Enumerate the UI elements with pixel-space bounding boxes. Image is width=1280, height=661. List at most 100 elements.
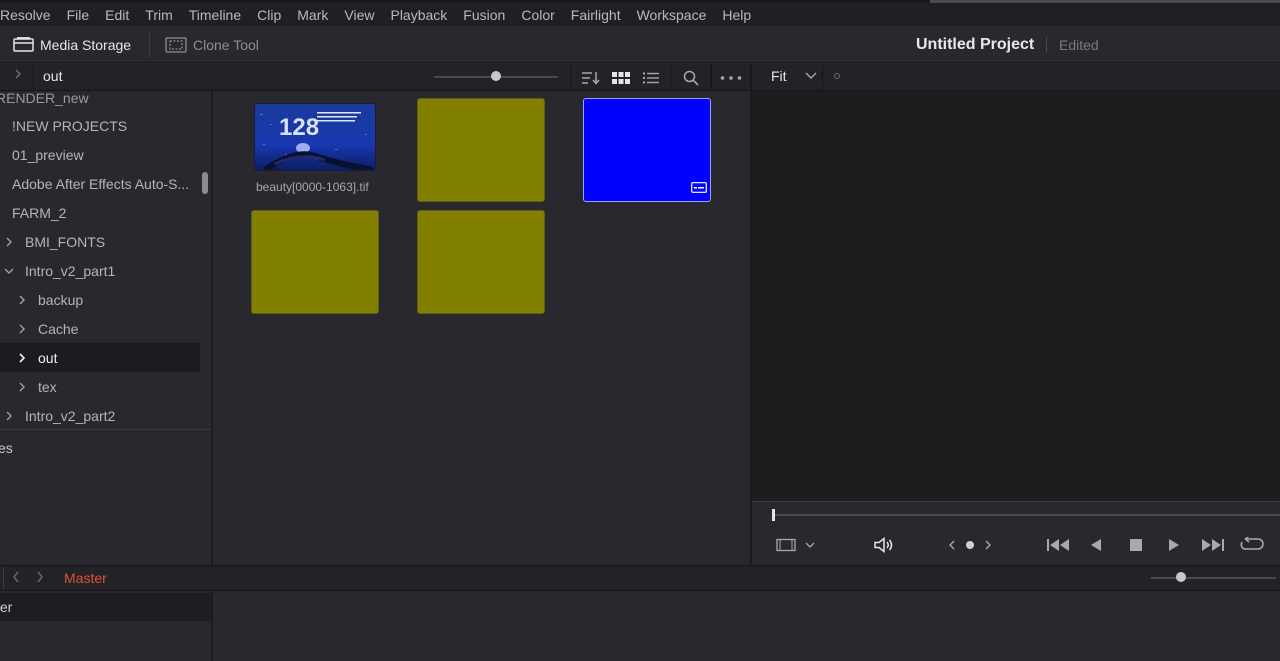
tree-item-tex[interactable]: tex <box>0 372 200 401</box>
path-divider <box>33 64 34 91</box>
pathbar-divider <box>711 64 712 91</box>
clip-display-mode-icon[interactable] <box>776 535 818 555</box>
bin-list-item-master[interactable] <box>0 593 211 621</box>
tree-item-label: Adobe After Effects Auto-S... <box>12 175 190 192</box>
play-reverse-icon[interactable] <box>1086 535 1106 555</box>
toolbar-divider <box>149 30 150 58</box>
thumbnail-zoom-handle[interactable] <box>491 71 501 81</box>
menu-fairlight[interactable]: Fairlight <box>571 7 621 23</box>
clip-thumbnail-olive-2[interactable] <box>251 210 379 314</box>
skip-to-end-icon[interactable] <box>1200 535 1226 555</box>
tree-item-label: backup <box>38 291 84 308</box>
menu-resolve[interactable]: Resolve <box>0 7 51 23</box>
clip-thumbnail-image: 128 <box>255 104 375 170</box>
clip-thumbnail-olive-3[interactable] <box>417 210 545 314</box>
tree-item-intro-v2-part1[interactable]: Intro_v2_part1 <box>0 256 200 285</box>
tree-divider <box>0 429 211 430</box>
chevron-down-icon[interactable] <box>3 267 15 275</box>
jog-control-icon[interactable] <box>946 535 994 555</box>
playhead[interactable] <box>772 509 775 521</box>
play-icon[interactable] <box>1164 535 1184 555</box>
tree-item-intro-v2-part2[interactable]: Intro_v2_part2 <box>0 401 200 429</box>
media-storage-button[interactable]: Media Storage <box>13 26 131 63</box>
tree-item-label: Intro_v2_part2 <box>25 407 116 424</box>
tree-item-render-new[interactable]: RENDER_new <box>0 91 200 112</box>
chevron-right-icon[interactable] <box>5 410 13 422</box>
tree-item-label: Intro_v2_part1 <box>25 262 116 279</box>
pathbar-divider <box>670 64 671 91</box>
tree-item-after-effects[interactable]: Adobe After Effects Auto-S... <box>0 169 200 198</box>
menu-mark[interactable]: Mark <box>297 7 328 23</box>
menu-bar: Resolve File Edit Trim Timeline Clip Mar… <box>0 3 1280 26</box>
menu-file[interactable]: File <box>67 7 90 23</box>
menu-help[interactable]: Help <box>722 7 751 23</box>
menu-color[interactable]: Color <box>521 7 554 23</box>
menu-clip[interactable]: Clip <box>257 7 281 23</box>
subtitle-badge-icon <box>691 180 707 196</box>
clip-thumbnail-beauty[interactable]: 128 <box>254 103 376 171</box>
chevron-down-icon[interactable] <box>804 69 818 86</box>
bin-zoom-handle[interactable] <box>1176 572 1186 582</box>
viewer-scrub-bar[interactable] <box>772 514 1280 516</box>
chevron-right-icon[interactable] <box>18 352 26 364</box>
search-icon[interactable] <box>676 64 706 91</box>
stop-icon[interactable] <box>1126 535 1146 555</box>
tree-item-01-preview[interactable]: 01_preview <box>0 140 200 169</box>
chevron-left-icon[interactable] <box>11 569 21 588</box>
tree-item-backup[interactable]: backup <box>0 285 200 314</box>
chevron-right-icon[interactable] <box>18 381 26 393</box>
tree-item-label: !NEW PROJECTS <box>12 117 128 134</box>
menu-playback[interactable]: Playback <box>390 7 447 23</box>
menu-fusion[interactable]: Fusion <box>463 7 505 23</box>
tree-item-label: out <box>38 349 58 366</box>
tree-item-label: BMI_FONTS <box>25 233 106 250</box>
bin-header-divider <box>3 567 4 589</box>
tree-item-farm-2[interactable]: FARM_2 <box>0 198 200 227</box>
bin-header-bar <box>0 565 1280 591</box>
clone-tool-label: Clone Tool <box>193 36 259 53</box>
loop-icon[interactable] <box>1238 535 1266 555</box>
project-status: Edited <box>1059 36 1099 53</box>
viewer-zoom-select[interactable]: Fit <box>771 68 787 84</box>
project-title: Untitled Project <box>916 35 1035 53</box>
bin-zoom-slider[interactable] <box>1151 577 1276 579</box>
viewer-header <box>752 64 1280 91</box>
viewer-transport-bar <box>752 501 1280 565</box>
list-view-icon[interactable] <box>636 64 666 91</box>
folder-tree-scrollbar[interactable] <box>202 172 208 194</box>
more-options-icon[interactable] <box>716 64 746 91</box>
menu-view[interactable]: View <box>344 7 374 23</box>
menu-timeline[interactable]: Timeline <box>189 7 241 23</box>
grid-view-icon[interactable] <box>606 64 636 91</box>
path-chevron-icon[interactable] <box>14 68 22 83</box>
tree-item-bmi-fonts[interactable]: BMI_FONTS <box>0 227 200 256</box>
chevron-right-icon[interactable] <box>5 236 13 248</box>
bin-title: Master <box>64 570 107 586</box>
menu-edit[interactable]: Edit <box>105 7 129 23</box>
svg-text:128: 128 <box>279 114 319 141</box>
current-folder-label: out <box>43 68 63 84</box>
tree-item-label: 01_preview <box>12 146 84 163</box>
clip-thumbnail-olive-1[interactable] <box>417 98 545 202</box>
menu-workspace[interactable]: Workspace <box>637 7 707 23</box>
tree-item-new-projects[interactable]: !NEW PROJECTS <box>0 111 200 140</box>
chevron-right-icon[interactable] <box>18 294 26 306</box>
tree-item-out[interactable]: out <box>0 343 200 372</box>
tree-item-cache[interactable]: Cache <box>0 314 200 343</box>
bin-content-area <box>213 592 1280 661</box>
chevron-right-icon[interactable] <box>35 569 45 588</box>
source-viewer[interactable] <box>752 91 1280 501</box>
media-storage-icon <box>13 36 34 53</box>
volume-icon[interactable] <box>872 535 896 555</box>
clip-name-label: beauty[0000-1063].tif <box>256 180 369 194</box>
tree-item-label: FARM_2 <box>12 204 67 221</box>
clone-tool-button[interactable]: Clone Tool <box>165 26 259 63</box>
menu-trim[interactable]: Trim <box>145 7 172 23</box>
tree-item-label: RENDER_new <box>0 91 89 106</box>
clone-tool-icon <box>165 36 187 53</box>
clip-thumbnail-blue[interactable] <box>583 98 711 202</box>
chevron-right-icon[interactable] <box>18 323 26 335</box>
skip-to-start-icon[interactable] <box>1045 535 1071 555</box>
sort-icon[interactable] <box>576 64 606 91</box>
smart-bins-label[interactable]: es <box>0 440 13 456</box>
